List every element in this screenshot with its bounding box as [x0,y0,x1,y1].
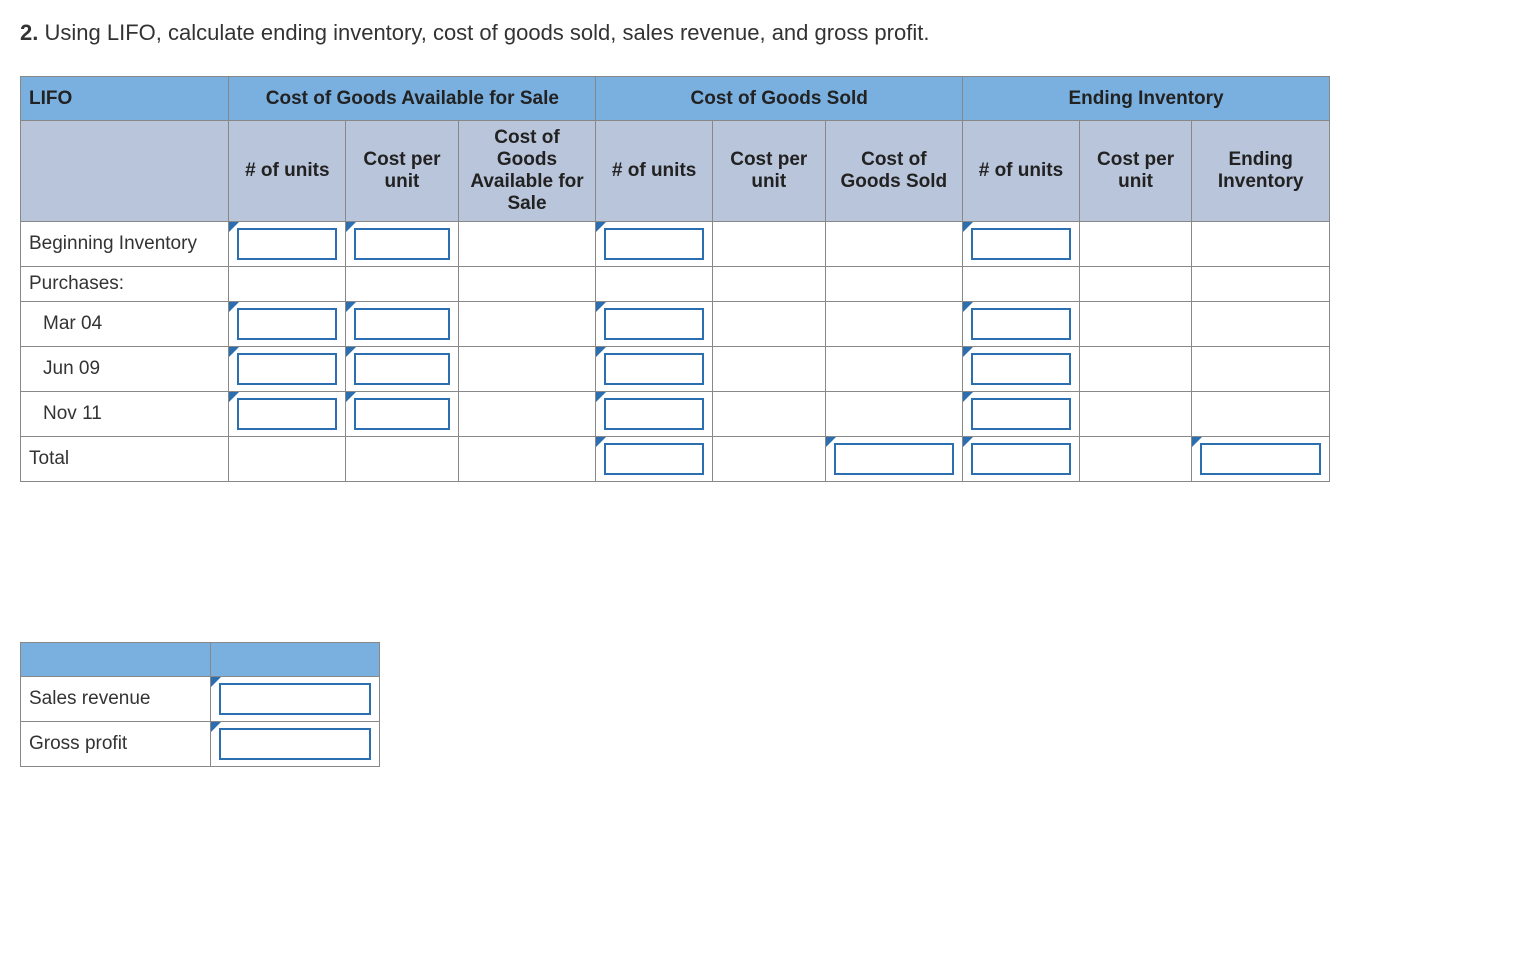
sub-header: # of units [963,121,1080,222]
table-row: Beginning Inventory [21,222,1330,267]
input-cell[interactable] [596,437,713,482]
sub-header: Ending Inventory [1192,121,1330,222]
sub-header: Cost per unit [346,121,459,222]
table-title: LIFO [21,77,229,121]
row-label: Total [21,437,229,482]
computed-cell [712,437,825,482]
input-cell[interactable] [229,347,346,392]
computed-cell [712,392,825,437]
input-cell[interactable] [825,437,963,482]
blank-cell [1192,267,1330,302]
computed-cell [825,222,963,267]
blank-cell [712,267,825,302]
computed-cell [712,222,825,267]
input-cell[interactable] [963,302,1080,347]
input-cell[interactable] [596,302,713,347]
input-cell[interactable] [346,222,459,267]
computed-cell [458,437,596,482]
computed-cell [1079,302,1192,347]
computed-cell [1079,347,1192,392]
table-row: Jun 09 [21,347,1330,392]
blank-cell [963,267,1080,302]
input-cell[interactable] [229,222,346,267]
input-cell[interactable] [210,722,379,767]
computed-cell [1079,392,1192,437]
input-cell[interactable] [346,392,459,437]
table-row: Mar 04 [21,302,1330,347]
input-cell[interactable] [963,437,1080,482]
table-row: Purchases: [21,267,1330,302]
input-cell[interactable] [346,347,459,392]
group-header-available: Cost of Goods Available for Sale [229,77,596,121]
input-cell[interactable] [229,302,346,347]
computed-cell [458,392,596,437]
row-label: Mar 04 [21,302,229,347]
blank-cell [346,267,459,302]
input-cell[interactable] [596,347,713,392]
input-cell[interactable] [1192,437,1330,482]
computed-cell [346,437,459,482]
computed-cell [712,347,825,392]
input-cell[interactable] [596,392,713,437]
input-cell[interactable] [963,347,1080,392]
computed-cell [1192,302,1330,347]
computed-cell [1192,347,1330,392]
blank-cell [458,267,596,302]
lifo-table: LIFO Cost of Goods Available for Sale Co… [20,76,1330,482]
question-prompt: 2. Using LIFO, calculate ending inventor… [20,20,1518,46]
blank-cell [229,267,346,302]
input-cell[interactable] [346,302,459,347]
computed-cell [458,222,596,267]
computed-cell [825,302,963,347]
blank-cell [1079,267,1192,302]
table-row: Total [21,437,1330,482]
sub-header: Cost per unit [1079,121,1192,222]
row-label: Gross profit [21,722,211,767]
summary-blank-header [210,643,379,677]
row-label: Jun 09 [21,347,229,392]
input-cell[interactable] [210,677,379,722]
computed-cell [458,347,596,392]
sub-header: Cost of Goods Available for Sale [458,121,596,222]
blank-cell [825,267,963,302]
table-row: Sales revenue [21,677,380,722]
computed-cell [1192,222,1330,267]
group-header-ending: Ending Inventory [963,77,1330,121]
table-row: Nov 11 [21,392,1330,437]
row-label: Nov 11 [21,392,229,437]
summary-table: Sales revenue Gross profit [20,642,380,767]
summary-blank-header [21,643,211,677]
group-header-sold: Cost of Goods Sold [596,77,963,121]
computed-cell [1079,222,1192,267]
computed-cell [229,437,346,482]
blank-cell [596,267,713,302]
sub-header: Cost per unit [712,121,825,222]
input-cell[interactable] [229,392,346,437]
computed-cell [712,302,825,347]
row-label: Purchases: [21,267,229,302]
computed-cell [825,347,963,392]
computed-cell [1079,437,1192,482]
question-text: Using LIFO, calculate ending inventory, … [44,20,929,45]
row-label: Beginning Inventory [21,222,229,267]
blank-header [21,121,229,222]
computed-cell [825,392,963,437]
input-cell[interactable] [963,222,1080,267]
computed-cell [458,302,596,347]
sub-header: # of units [229,121,346,222]
sub-header: # of units [596,121,713,222]
table-row: Gross profit [21,722,380,767]
question-number: 2. [20,20,38,45]
input-cell[interactable] [963,392,1080,437]
computed-cell [1192,392,1330,437]
sub-header: Cost of Goods Sold [825,121,963,222]
row-label: Sales revenue [21,677,211,722]
input-cell[interactable] [596,222,713,267]
